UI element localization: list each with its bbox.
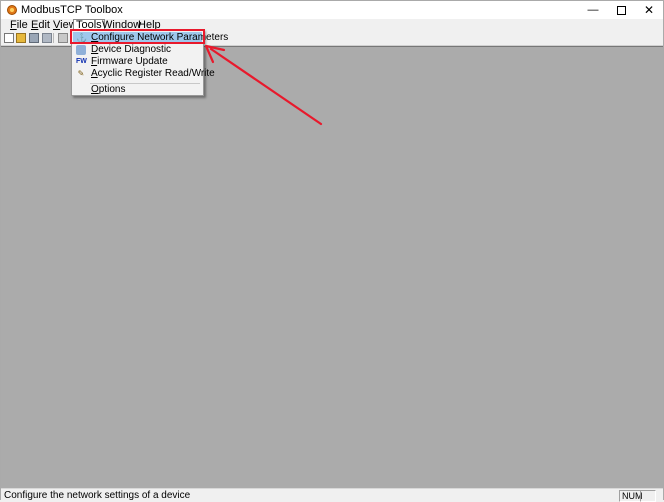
annotation-highlight-box: [70, 29, 205, 44]
menu-item-device-diagnostic[interactable]: Device Diagnostic: [73, 44, 202, 56]
firmware-update-icon: FW: [76, 58, 87, 65]
status-pane-empty: [640, 490, 656, 502]
minimize-button[interactable]: —: [579, 1, 607, 19]
window-title: ModbusTCP Toolbox: [21, 4, 123, 16]
register-rw-icon: ✎: [77, 69, 85, 78]
save-all-icon[interactable]: [42, 33, 52, 43]
toolbar-separator: [53, 33, 54, 43]
app-icon: [7, 5, 17, 15]
status-message: Configure the network settings of a devi…: [4, 490, 191, 501]
print-icon[interactable]: [58, 33, 68, 43]
menu-item-options[interactable]: Options: [73, 84, 202, 96]
num-lock-indicator: NUM: [619, 490, 643, 502]
menu-item-acyclic-register-read-write[interactable]: ✎ Acyclic Register Read/Write: [73, 68, 215, 80]
maximize-button[interactable]: [607, 1, 635, 19]
title-bar[interactable]: ModbusTCP Toolbox — ✕: [1, 1, 663, 19]
menu-edit[interactable]: Edit: [29, 19, 52, 31]
menu-file[interactable]: File: [8, 19, 30, 31]
diagnostic-icon: [76, 45, 86, 55]
save-icon[interactable]: [29, 33, 39, 43]
maximize-icon: [616, 5, 626, 15]
new-icon[interactable]: [4, 33, 14, 43]
menu-item-firmware-update[interactable]: FW Firmware Update: [73, 56, 202, 68]
open-folder-icon[interactable]: [16, 33, 26, 43]
mdi-client-area[interactable]: [1, 46, 663, 488]
close-button[interactable]: ✕: [635, 1, 663, 19]
